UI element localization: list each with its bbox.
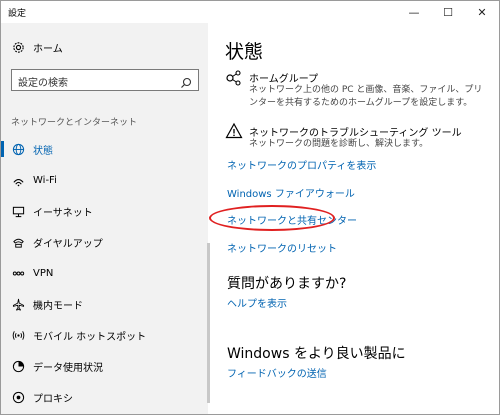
search-icon bbox=[180, 74, 192, 88]
airplane-icon bbox=[11, 297, 25, 311]
sidebar-item-dialup[interactable]: ダイヤルアップ bbox=[1, 227, 208, 257]
data-usage-icon bbox=[11, 359, 25, 373]
sidebar-item-label: プロキシ bbox=[33, 393, 73, 405]
dialup-icon bbox=[11, 235, 25, 249]
feedback-link[interactable]: フィードバックの送信 bbox=[227, 365, 327, 380]
sidebar-item-label: データ使用状況 bbox=[33, 362, 103, 374]
sidebar-item-label: Wi-Fi bbox=[33, 174, 57, 186]
main-content: 状態 ホームグループ ネットワーク上の他の PC と画像、音楽、ファイル、プリン… bbox=[209, 23, 499, 414]
ethernet-icon bbox=[11, 204, 25, 218]
sidebar-item-status[interactable]: 状態 bbox=[1, 134, 208, 164]
troubleshoot-title[interactable]: ネットワークのトラブルシューティング ツール bbox=[249, 124, 462, 139]
sidebar-item-proxy[interactable]: プロキシ bbox=[1, 382, 208, 412]
sidebar-item-wifi[interactable]: Wi-Fi bbox=[1, 165, 208, 195]
search-input[interactable]: 設定の検索 bbox=[11, 69, 199, 91]
minimize-button[interactable]: — bbox=[397, 1, 431, 23]
globe-icon bbox=[11, 142, 25, 156]
sidebar-item-label: 機内モード bbox=[33, 300, 83, 312]
sidebar-item-label: VPN bbox=[33, 267, 54, 279]
homegroup-icon bbox=[225, 69, 243, 87]
sidebar: ホーム 設定の検索 ネットワークとインターネット 状態 Wi-Fi イーサネット… bbox=[1, 23, 208, 414]
network-properties-link[interactable]: ネットワークのプロパティを表示 bbox=[227, 157, 376, 172]
sidebar-item-data-usage[interactable]: データ使用状況 bbox=[1, 351, 208, 381]
homegroup-desc: ネットワーク上の他の PC と画像、音楽、ファイル、プリンターを共有するためのホ… bbox=[249, 85, 483, 108]
search-placeholder: 設定の検索 bbox=[18, 78, 68, 89]
sidebar-item-label: モバイル ホットスポット bbox=[33, 331, 147, 343]
sidebar-home[interactable]: ホーム bbox=[1, 32, 208, 62]
vpn-icon bbox=[11, 266, 25, 280]
highlight-ring bbox=[209, 205, 335, 231]
close-button[interactable]: ✕ bbox=[465, 1, 499, 23]
improve-heading: Windows をより良い製品に bbox=[227, 346, 406, 362]
sidebar-item-label: ダイヤルアップ bbox=[33, 238, 103, 250]
sidebar-item-label: 状態 bbox=[33, 145, 53, 157]
section-label: ネットワークとインターネット bbox=[11, 118, 138, 128]
warning-icon bbox=[225, 122, 243, 140]
network-reset-link[interactable]: ネットワークのリセット bbox=[227, 240, 337, 255]
gear-icon bbox=[11, 40, 25, 54]
title-bar: 設定 — ☐ ✕ bbox=[1, 1, 499, 23]
question-heading: 質問がありますか? bbox=[227, 276, 347, 292]
maximize-button[interactable]: ☐ bbox=[431, 1, 465, 23]
sidebar-home-label: ホーム bbox=[33, 43, 63, 55]
sidebar-item-hotspot[interactable]: モバイル ホットスポット bbox=[1, 320, 208, 350]
sidebar-item-ethernet[interactable]: イーサネット bbox=[1, 196, 208, 226]
wifi-icon bbox=[11, 173, 25, 187]
help-link[interactable]: ヘルプを表示 bbox=[227, 295, 287, 310]
settings-window: 設定 — ☐ ✕ ホーム 設定の検索 ネットワークとインターネット 状態 Wi-… bbox=[0, 0, 500, 415]
sidebar-item-vpn[interactable]: VPN bbox=[1, 258, 208, 288]
proxy-icon bbox=[11, 390, 25, 404]
window-title: 設定 bbox=[8, 9, 27, 19]
sidebar-item-airplane[interactable]: 機内モード bbox=[1, 289, 208, 319]
page-title: 状態 bbox=[225, 41, 264, 63]
homegroup-title[interactable]: ホームグループ bbox=[249, 70, 318, 85]
sidebar-item-label: イーサネット bbox=[33, 207, 93, 219]
hotspot-icon bbox=[11, 328, 25, 342]
firewall-link[interactable]: Windows ファイアウォール bbox=[227, 185, 355, 200]
troubleshoot-desc: ネットワークの問題を診断し、解決します。 bbox=[249, 139, 429, 149]
